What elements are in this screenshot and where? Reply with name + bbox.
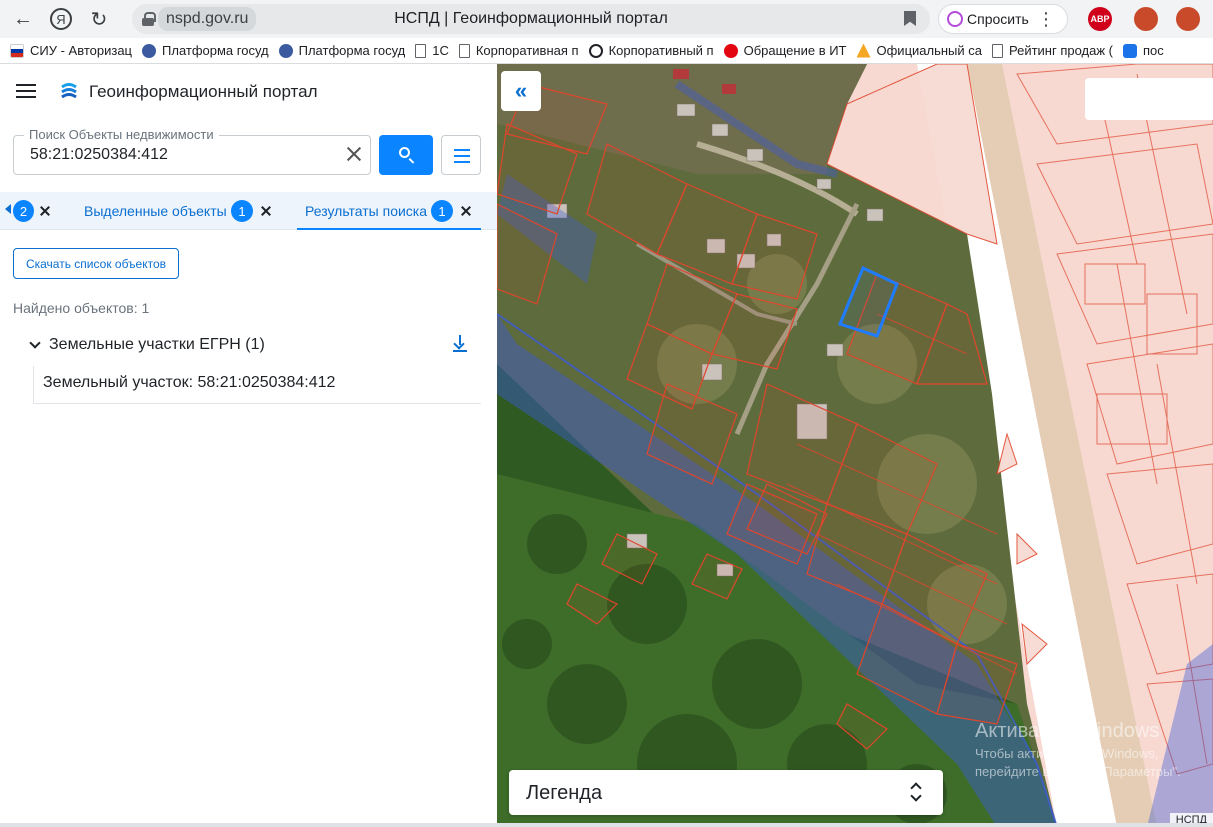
close-tab-icon[interactable] xyxy=(461,206,471,216)
mts-icon xyxy=(723,43,738,58)
triangle-icon xyxy=(856,43,871,58)
result-group[interactable]: Земельные участки ЕГРН (1) xyxy=(28,335,483,357)
map-view[interactable]: « Активация Windows Чтобы активировать W… xyxy=(497,64,1213,827)
chevron-down-icon[interactable] xyxy=(29,337,41,349)
close-tab-icon[interactable] xyxy=(40,206,50,216)
clear-search-icon[interactable] xyxy=(344,144,364,164)
map-canvas[interactable] xyxy=(497,64,1213,827)
bookmark-label: Корпоративная п xyxy=(475,43,579,58)
search-input[interactable] xyxy=(30,146,330,164)
back-icon[interactable]: ← xyxy=(6,2,40,36)
map-search-box[interactable] xyxy=(1085,78,1213,120)
search-field[interactable]: Поиск Объекты недвижимости xyxy=(13,127,371,175)
found-count: Найдено объектов: 1 xyxy=(13,300,150,316)
result-group-label: Земельные участки ЕГРН (1) xyxy=(49,336,265,353)
bookmark-label: СИУ - Авторизац xyxy=(30,43,133,58)
bookmark-item[interactable]: Корпоративный п xyxy=(588,43,714,58)
bookmark-label: Официальный са xyxy=(876,43,983,58)
reload-icon[interactable]: ↻ xyxy=(82,2,116,36)
active-tab-indicator xyxy=(297,228,481,230)
extension-icon[interactable] xyxy=(1176,7,1200,31)
bookmark-label: Платформа госуд xyxy=(162,43,269,58)
address-bar[interactable]: nspd.gov.ru НСПД | Геоинформационный пор… xyxy=(132,4,930,34)
search-field-label: Поиск Объекты недвижимости xyxy=(24,127,219,142)
ask-button[interactable]: Спросить ⋮ xyxy=(938,4,1068,34)
page-icon xyxy=(458,43,470,58)
search-icon xyxy=(399,147,410,158)
bookmark-label: Корпоративный п xyxy=(608,43,714,58)
bookmark-item[interactable]: Корпоративная п xyxy=(458,43,579,58)
portal-logo-icon xyxy=(61,83,77,99)
bookmark-label: Платформа госуд xyxy=(298,43,406,58)
download-list-button[interactable]: Скачать список объектов xyxy=(13,248,179,279)
close-tab-icon[interactable] xyxy=(261,206,271,216)
result-item-label: Земельный участок: 58:21:0250384:412 xyxy=(43,374,336,391)
extension-icon[interactable] xyxy=(1134,7,1158,31)
eagle-icon xyxy=(278,43,293,58)
collapse-panel-button[interactable]: « xyxy=(501,71,541,111)
bookmark-item[interactable]: 1С xyxy=(415,43,449,58)
list-item[interactable]: Земельный участок: 58:21:0250384:412 xyxy=(33,366,481,404)
eagle-icon xyxy=(142,43,157,58)
page-icon xyxy=(415,43,427,58)
watermark-title: Активация Windows xyxy=(975,720,1160,742)
bookmark-label: Обращение в ИТ xyxy=(743,43,847,58)
circle-arrow-icon xyxy=(588,43,603,58)
filter-settings-button[interactable] xyxy=(441,135,481,175)
bookmark-item[interactable]: Обращение в ИТ xyxy=(723,43,847,58)
legend-panel[interactable]: Легенда xyxy=(509,770,943,815)
cube-icon xyxy=(1123,43,1138,58)
bookmark-item[interactable]: СИУ - Авторизац xyxy=(10,43,132,58)
bookmark-label: 1С xyxy=(432,43,449,58)
tab-selected-objects[interactable]: Выделенные объекты xyxy=(84,203,227,219)
sparkle-icon xyxy=(947,11,963,27)
menu-icon[interactable] xyxy=(16,84,36,98)
app-title: Геоинформационный портал xyxy=(89,82,318,101)
yandex-logo-icon[interactable]: Я xyxy=(44,2,78,36)
lock-icon xyxy=(142,12,156,26)
windows-activation-watermark: Активация Windows Чтобы активировать Win… xyxy=(975,720,1213,781)
taskbar-edge xyxy=(0,823,1213,827)
download-icon[interactable] xyxy=(452,335,468,353)
bookmark-item[interactable]: Платформа госуд xyxy=(142,43,269,58)
tab-count-badge: 1 xyxy=(431,200,453,222)
search-button[interactable] xyxy=(379,135,433,175)
watermark-text: Чтобы активировать Windows, перейдите в … xyxy=(975,746,1181,779)
bookmark-label: пос xyxy=(1143,43,1164,58)
tabs-bar: 2 Выделенные объекты 1 Результаты поиска… xyxy=(0,192,497,230)
side-panel: Геоинформационный портал Поиск Объекты н… xyxy=(0,64,497,827)
adblock-extension-icon[interactable]: ABP xyxy=(1088,7,1112,31)
tab-count-badge: 2 xyxy=(13,200,34,222)
tabs-scroll-left-icon[interactable] xyxy=(5,204,11,214)
more-menu-icon[interactable]: ⋮ xyxy=(1037,9,1055,30)
tab-count-badge: 1 xyxy=(231,200,253,222)
ask-label: Спросить xyxy=(967,11,1029,27)
legend-label: Легенда xyxy=(526,782,603,804)
flag-icon xyxy=(10,43,24,58)
bookmark-icon[interactable] xyxy=(904,11,916,26)
bookmarks-bar: СИУ - Авторизац Платформа госуд Платформа … xyxy=(0,38,1213,64)
browser-toolbar: ← Я ↻ nspd.gov.ru НСПД | Геоинформационн… xyxy=(0,0,1213,38)
expand-collapse-icon[interactable] xyxy=(911,781,921,803)
bookmark-item[interactable]: Официальный са xyxy=(856,43,983,58)
url-text: nspd.gov.ru xyxy=(158,7,257,31)
bookmark-item[interactable]: Платформа госуд xyxy=(278,43,406,58)
page-icon xyxy=(992,43,1003,58)
bookmark-item[interactable]: Рейтинг продаж ( xyxy=(992,43,1113,58)
bookmark-label: Рейтинг продаж ( xyxy=(1009,43,1114,58)
tab-search-results[interactable]: Результаты поиска xyxy=(305,203,427,219)
bookmark-item[interactable]: пос xyxy=(1123,43,1164,58)
